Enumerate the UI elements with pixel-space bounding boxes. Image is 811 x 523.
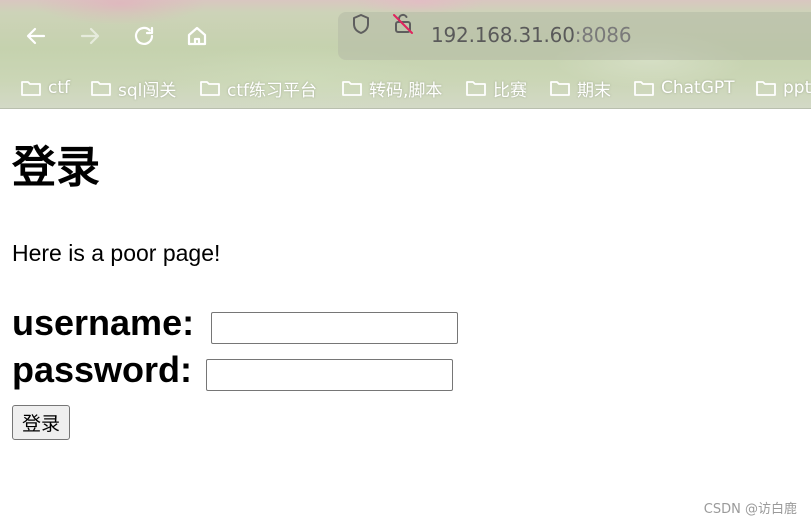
- folder-icon: [91, 81, 111, 96]
- back-arrow-icon: [26, 27, 46, 45]
- bookmark-label: 转码,脚本: [369, 80, 443, 101]
- folder-icon: [21, 81, 41, 96]
- browser-toolbar: 192.168.31.60:8086 ctf sql闯关 ctf练习平台 转码,…: [0, 0, 811, 109]
- reload-button[interactable]: [129, 21, 159, 51]
- bookmark-folder-ppt[interactable]: ppt: [755, 76, 811, 100]
- forward-button[interactable]: [75, 21, 105, 51]
- bookmark-label: 比赛: [493, 80, 527, 101]
- url-port: :8086: [574, 23, 632, 47]
- intro-text: Here is a poor page!: [12, 240, 221, 266]
- folder-icon: [466, 81, 486, 96]
- login-submit-button[interactable]: 登录: [12, 405, 70, 440]
- bookmark-label: 期末: [577, 80, 611, 101]
- reload-icon: [134, 26, 154, 45]
- watermark: CSDN @访白鹿: [703, 502, 797, 517]
- bookmark-label: sql闯关: [118, 80, 177, 101]
- shield-button[interactable]: [349, 12, 373, 36]
- home-button[interactable]: [182, 21, 212, 51]
- username-label: username:: [12, 302, 195, 343]
- shield-icon: [353, 14, 369, 34]
- page-title: 登录: [12, 142, 100, 193]
- back-button[interactable]: [21, 21, 51, 51]
- username-input[interactable]: [211, 312, 458, 344]
- bookmark-folder-sql[interactable]: sql闯关: [90, 76, 177, 101]
- bookmark-folder-ctf-practice[interactable]: ctf练习平台: [199, 76, 317, 101]
- insecure-lock-icon: [393, 13, 413, 34]
- password-label: password:: [12, 349, 193, 390]
- password-input[interactable]: [206, 359, 453, 391]
- folder-icon: [634, 81, 654, 96]
- forward-arrow-icon: [80, 27, 100, 45]
- bookmark-label: ctf练习平台: [227, 80, 317, 101]
- folder-icon: [756, 81, 776, 96]
- bookmark-folder-contest[interactable]: 比赛: [465, 76, 527, 101]
- bookmark-folder-chatgpt[interactable]: ChatGPT: [633, 76, 735, 100]
- url-text[interactable]: 192.168.31.60:8086: [431, 23, 632, 47]
- bookmark-label: ctf: [48, 78, 70, 98]
- bookmark-folder-transcode[interactable]: 转码,脚本: [341, 76, 443, 101]
- bookmark-folder-final[interactable]: 期末: [549, 76, 611, 101]
- url-host: 192.168.31.60: [431, 23, 575, 47]
- folder-icon: [342, 81, 362, 96]
- bookmarks-bar: ctf sql闯关 ctf练习平台 转码,脚本 比赛 期末 ChatGPT pp…: [0, 72, 811, 104]
- home-icon: [187, 26, 207, 46]
- bookmark-folder-ctf[interactable]: ctf: [20, 76, 70, 100]
- bookmark-label: ChatGPT: [661, 78, 735, 98]
- folder-icon: [200, 81, 220, 96]
- folder-icon: [550, 81, 570, 96]
- site-security-button[interactable]: [391, 12, 415, 36]
- bookmark-label: ppt: [783, 78, 811, 98]
